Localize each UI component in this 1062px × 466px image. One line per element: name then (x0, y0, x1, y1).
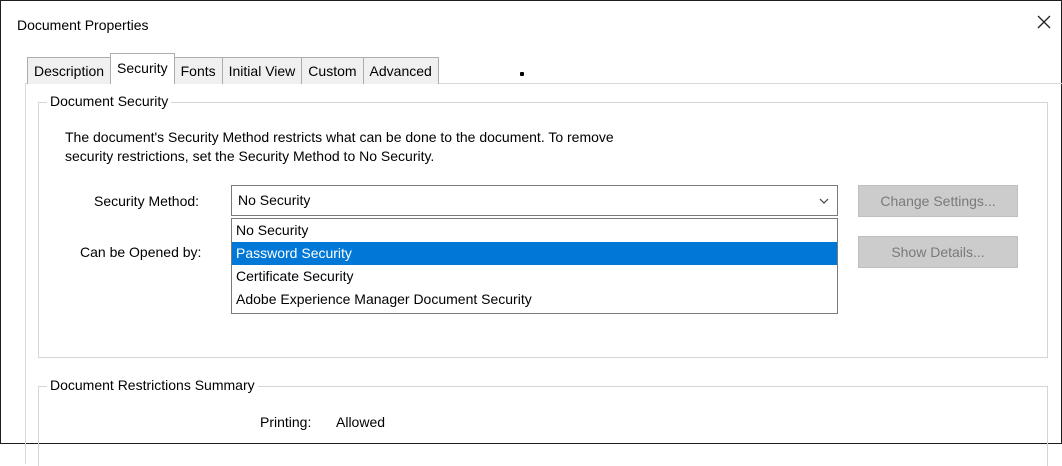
restrictions-title: Document Restrictions Summary (47, 377, 258, 393)
document-properties-dialog: Document Properties Description Security… (0, 0, 1062, 466)
security-description-line2: security restrictions, set the Security … (65, 148, 435, 164)
change-settings-button[interactable]: Change Settings... (858, 185, 1018, 217)
option-aem-document-security[interactable]: Adobe Experience Manager Document Securi… (232, 288, 837, 311)
tab-overflow-dot (520, 72, 524, 76)
document-security-title: Document Security (47, 93, 172, 109)
tab-advanced[interactable]: Advanced (362, 57, 439, 84)
can-be-opened-label: Can be Opened by: (80, 244, 202, 260)
printing-value: Allowed (336, 414, 386, 430)
security-method-select[interactable]: No Security (231, 185, 838, 216)
option-certificate-security[interactable]: Certificate Security (232, 265, 837, 288)
security-description: The document's Security Method restricts… (65, 128, 614, 166)
option-password-security[interactable]: Password Security (232, 242, 837, 265)
close-icon (1037, 15, 1051, 29)
tab-strip: Description Security Fonts Initial View … (27, 53, 439, 84)
close-button[interactable] (1033, 11, 1055, 33)
security-method-label: Security Method: (94, 193, 200, 209)
tab-security[interactable]: Security (110, 53, 175, 84)
show-details-button[interactable]: Show Details... (858, 236, 1018, 268)
dialog-title: Document Properties (17, 17, 149, 33)
option-no-security[interactable]: No Security (232, 219, 837, 242)
chevron-down-icon[interactable] (817, 194, 831, 208)
tab-initial-view[interactable]: Initial View (221, 57, 303, 84)
restrictions-group: Document Restrictions Summary (38, 377, 1048, 466)
tab-fonts[interactable]: Fonts (173, 57, 223, 84)
printing-label: Printing: (260, 414, 312, 430)
tab-custom[interactable]: Custom (301, 57, 364, 84)
security-method-value: No Security (238, 192, 311, 208)
security-method-dropdown: No Security Password Security Certificat… (231, 218, 838, 314)
tab-description[interactable]: Description (27, 57, 112, 84)
security-description-line1: The document's Security Method restricts… (65, 129, 614, 145)
title-bar: Document Properties (1, 1, 1061, 49)
